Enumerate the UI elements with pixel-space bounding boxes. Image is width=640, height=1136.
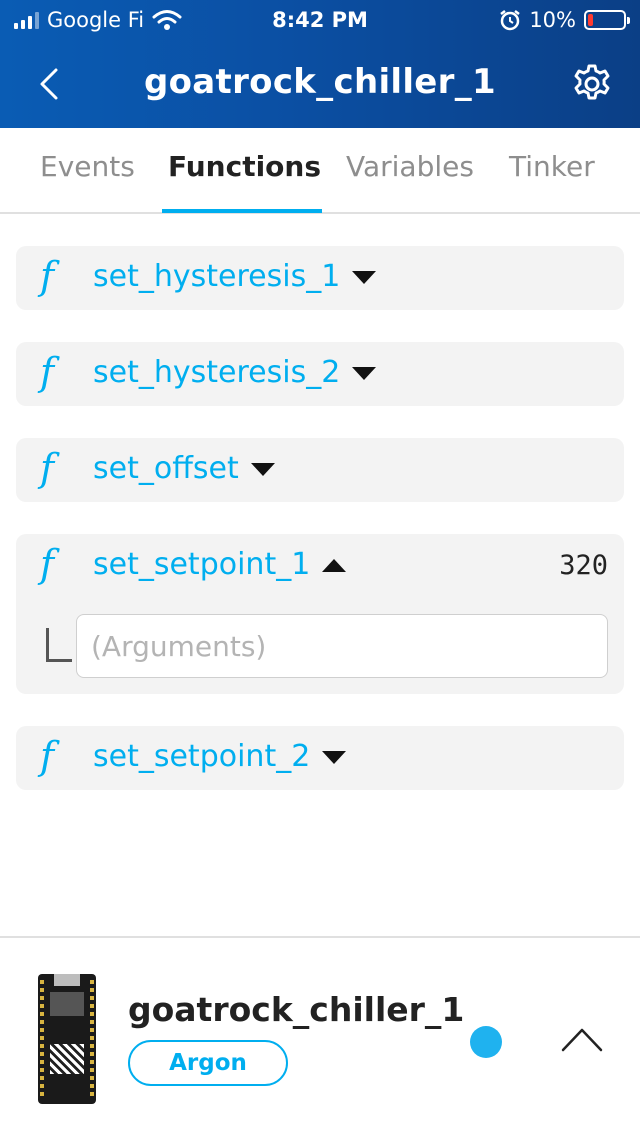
caret-down-icon[interactable]	[250, 463, 275, 476]
active-tab-indicator	[162, 209, 322, 213]
page-title: goatrock_chiller_1	[144, 62, 496, 102]
function-name: set_offset	[93, 451, 239, 486]
function-name: set_hysteresis_2	[93, 355, 341, 390]
device-type-badge: Argon	[128, 1040, 288, 1086]
function-name: set_setpoint_1	[93, 547, 311, 582]
function-result: 320	[559, 550, 608, 581]
tab-events[interactable]: Events	[40, 150, 135, 183]
caret-down-icon[interactable]	[352, 367, 377, 380]
tab-tinker[interactable]: Tinker	[509, 150, 595, 183]
tab-bar: Events Functions Variables Tinker	[0, 128, 640, 214]
caret-down-icon[interactable]	[322, 751, 347, 764]
battery-percent: 10%	[529, 8, 576, 32]
arguments-input[interactable]	[76, 614, 608, 678]
battery-icon	[584, 10, 630, 30]
function-name: set_hysteresis_1	[93, 259, 341, 294]
tab-variables[interactable]: Variables	[346, 150, 474, 183]
tab-functions[interactable]: Functions	[168, 150, 321, 183]
function-card-set-setpoint-2[interactable]: f set_setpoint_2	[16, 726, 624, 790]
function-header[interactable]: f set_setpoint_1 320	[16, 534, 624, 598]
alarm-icon	[500, 10, 521, 31]
nav-bar: goatrock_chiller_1	[0, 52, 640, 114]
function-name: set_setpoint_2	[93, 739, 311, 774]
header: Google Fi 8:42 PM 10% goatrock_chiller_1	[0, 0, 640, 128]
function-card-set-hysteresis-1[interactable]: f set_hysteresis_1	[16, 246, 624, 310]
function-icon: f	[40, 254, 55, 298]
function-card-set-hysteresis-2[interactable]: f set_hysteresis_2	[16, 342, 624, 406]
chevron-up-icon[interactable]	[560, 1024, 604, 1054]
tree-corner-icon	[46, 628, 72, 662]
gear-icon[interactable]	[570, 62, 614, 106]
device-name: goatrock_chiller_1	[128, 990, 465, 1029]
function-card-set-setpoint-1: f set_setpoint_1 320	[16, 534, 624, 694]
function-icon: f	[40, 350, 55, 394]
status-bar: Google Fi 8:42 PM 10%	[0, 0, 640, 40]
back-chevron-icon[interactable]	[36, 66, 66, 102]
caret-down-icon[interactable]	[352, 271, 377, 284]
function-icon: f	[40, 734, 55, 778]
function-icon: f	[40, 542, 55, 586]
device-board-image	[38, 974, 96, 1104]
caret-up-icon[interactable]	[322, 559, 347, 572]
device-status-dot	[470, 1026, 502, 1058]
function-card-set-offset[interactable]: f set_offset	[16, 438, 624, 502]
device-bar[interactable]: goatrock_chiller_1 Argon	[0, 936, 640, 1136]
function-icon: f	[40, 446, 55, 490]
